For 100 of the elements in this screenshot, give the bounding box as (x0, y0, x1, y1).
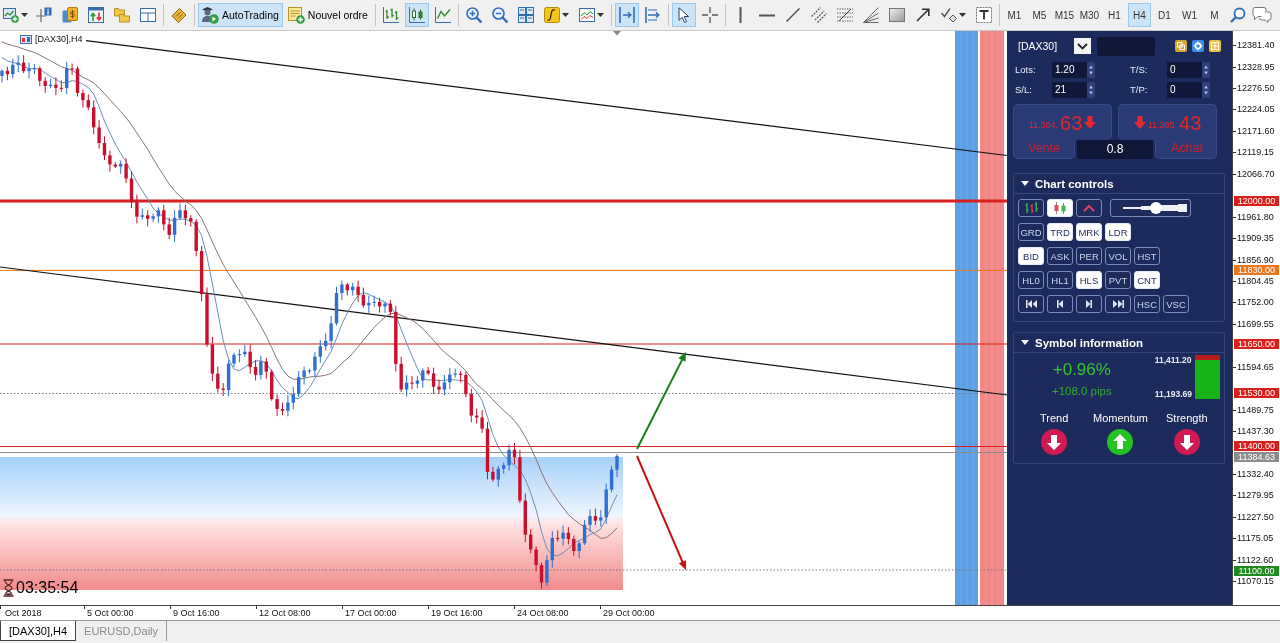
buy-label: Achat (1155, 140, 1217, 159)
line-chart-button[interactable] (1076, 199, 1102, 217)
dollar-icon[interactable] (62, 7, 78, 23)
caret-icon[interactable] (21, 13, 28, 17)
toggle-button[interactable]: BID (1018, 247, 1044, 265)
caret-icon[interactable] (958, 13, 966, 17)
low-price: 11,193.69 (1154, 389, 1192, 399)
slider-thumb[interactable] (1150, 202, 1163, 214)
navigation-button[interactable] (1076, 295, 1102, 313)
price-scale-label: 11856.90 (1237, 254, 1274, 265)
field-label: T/P: (1130, 83, 1149, 97)
timeframe-button[interactable]: M5 (1027, 3, 1051, 27)
high-price: 11,411.20 (1154, 355, 1192, 365)
navigation-button[interactable] (1047, 295, 1073, 313)
toggle-button[interactable]: LDR (1105, 223, 1131, 241)
toggle-button[interactable]: ASK (1047, 247, 1073, 265)
rectangle-icon[interactable] (888, 8, 905, 22)
chat-icon[interactable] (1251, 7, 1272, 23)
settings-icon[interactable] (1192, 40, 1204, 52)
crosshair-info-icon[interactable] (36, 7, 52, 23)
bar-chart-icon (1024, 202, 1038, 214)
spin-button[interactable] (1202, 82, 1210, 98)
field-label: T/S: (1130, 63, 1149, 77)
arrow-icon[interactable] (915, 8, 930, 22)
timeframe-button[interactable]: M30 (1077, 3, 1101, 27)
price-scale-label: 11175.05 (1237, 533, 1274, 544)
ticket-icon[interactable] (171, 7, 187, 23)
section-header[interactable]: Symbol information (1014, 333, 1224, 353)
toggle-button[interactable]: HL0 (1018, 271, 1044, 289)
timeframe-button[interactable]: M15 (1052, 3, 1076, 27)
timeframe-button[interactable]: H4 (1127, 3, 1151, 27)
timeframe-button[interactable]: H1 (1102, 3, 1126, 27)
text-icon[interactable] (975, 7, 992, 23)
toggle-button[interactable]: HL1 (1047, 271, 1073, 289)
autotrading-button[interactable]: AutoTrading (198, 3, 283, 27)
vertical-line-icon[interactable] (739, 7, 743, 23)
caret-icon[interactable] (596, 13, 604, 17)
chart-shift-button[interactable] (614, 3, 639, 27)
tiles-icon[interactable] (517, 7, 534, 23)
toggle-button[interactable]: HST (1134, 247, 1160, 265)
chart-plus-icon[interactable] (3, 7, 19, 23)
field-label: Lots: (1015, 63, 1037, 77)
window-layout-icon[interactable] (140, 7, 156, 23)
plus-box-icon[interactable] (1209, 40, 1221, 52)
number-field[interactable]: 0 (1167, 62, 1202, 78)
price-scale-label: 11227.50 (1237, 511, 1274, 522)
toggle-button[interactable]: VOL (1105, 247, 1131, 265)
number-field[interactable]: 21 (1052, 82, 1087, 98)
new-order-button[interactable]: Nouvel ordre (284, 3, 372, 27)
integral-icon[interactable] (543, 7, 560, 23)
symbol-dropdown[interactable]: [DAX30] (1013, 36, 1094, 56)
spin-button[interactable] (1087, 82, 1095, 98)
toggle-button[interactable]: HSC (1134, 295, 1160, 313)
input-field[interactable] (1097, 36, 1156, 56)
toggle-button[interactable]: VSC (1163, 295, 1189, 313)
crosshair-icon (701, 7, 718, 23)
section-header[interactable]: Chart controls (1014, 174, 1224, 194)
candlestick-icon (408, 7, 425, 23)
zoom-in-icon[interactable] (465, 7, 482, 23)
fan-icon[interactable] (862, 7, 879, 23)
toggle-button[interactable]: MRK (1076, 223, 1102, 241)
timeframe-button[interactable]: D1 (1152, 3, 1176, 27)
toggle-button[interactable]: PVT (1105, 271, 1131, 289)
bracket-arrow-icon (618, 7, 635, 23)
caret-icon[interactable] (561, 13, 569, 17)
bar-chart-button[interactable] (1018, 199, 1044, 217)
price-scale-label: 12328.95 (1237, 61, 1275, 72)
navigation-button[interactable] (1105, 295, 1131, 313)
timeframe-button[interactable]: M (1202, 3, 1226, 27)
trend-line-icon[interactable] (785, 8, 800, 22)
chart-window-icon (20, 35, 32, 44)
search-icon[interactable] (1229, 7, 1246, 23)
spin-button[interactable] (1202, 62, 1210, 78)
toggle-button[interactable]: HLS (1076, 271, 1102, 289)
toggle-button[interactable]: TRD (1047, 223, 1073, 241)
number-field[interactable]: 1.20 (1052, 62, 1087, 78)
navigation-button[interactable] (1018, 295, 1044, 313)
arrows-window-icon[interactable] (88, 7, 104, 23)
parallel-lines-icon[interactable] (810, 7, 827, 23)
zoom-out-icon[interactable] (491, 7, 508, 23)
candlestick-button[interactable] (404, 3, 429, 27)
chart-tab[interactable]: [DAX30],H4 (0, 621, 77, 641)
copy-icon[interactable] (1175, 40, 1187, 52)
horizontal-line-icon[interactable] (758, 13, 775, 17)
cursor-button[interactable] (671, 3, 696, 27)
timeframe-button[interactable]: M1 (1002, 3, 1026, 27)
wave-chart-icon[interactable] (578, 7, 595, 23)
toggle-button[interactable]: PER (1076, 247, 1102, 265)
price-level-label: 12000.00 (1234, 196, 1279, 206)
check-diamond-icon[interactable] (940, 7, 957, 23)
toggle-button[interactable]: GRD (1018, 223, 1044, 241)
sell-label: Vente (1013, 140, 1075, 159)
dotted-levels-icon[interactable] (836, 8, 853, 22)
toggle-button[interactable]: CNT (1134, 271, 1160, 289)
zoom-slider[interactable] (1110, 199, 1191, 217)
timeframe-button[interactable]: W1 (1177, 3, 1201, 27)
number-field[interactable]: 0 (1167, 82, 1202, 98)
time-scale-label: 24 Oct 08:00 (517, 608, 569, 618)
folders-icon[interactable] (114, 7, 130, 23)
spin-button[interactable] (1087, 62, 1095, 78)
